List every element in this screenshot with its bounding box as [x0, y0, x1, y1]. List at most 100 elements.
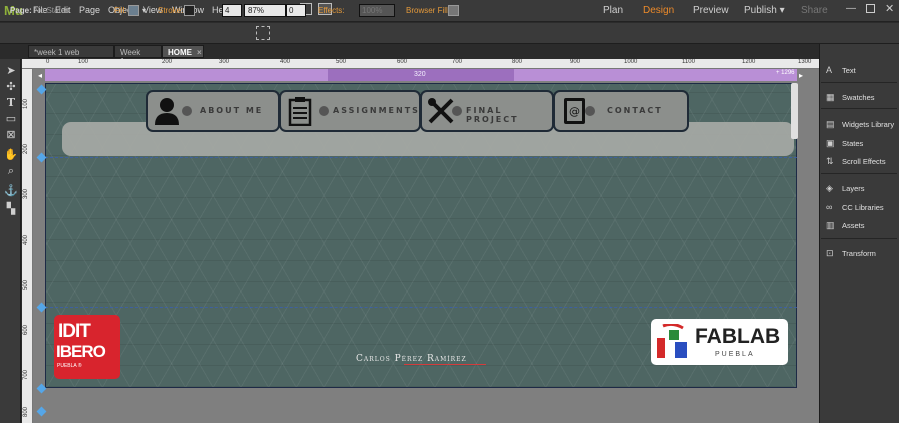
menu-page[interactable]: Page [79, 5, 100, 15]
rectangle-tool-icon[interactable]: ▭ [4, 112, 18, 126]
panel-transform[interactable]: ⊡ Transform [826, 248, 876, 259]
hand-tool-icon[interactable]: ✋ [4, 148, 18, 162]
ruler-number: 600 [23, 324, 29, 335]
nav-dot [585, 106, 595, 116]
idit-ibero-logo: IDIT IBERO PUEBLA ® [54, 315, 120, 379]
zoom-field[interactable]: 87% [244, 4, 286, 17]
panel-label: Layers [842, 184, 865, 193]
ruler-number: 700 [452, 59, 463, 65]
fill-stroke-tool-icon[interactable]: ▚ [4, 202, 18, 216]
breakpoint-label: 320 [414, 71, 426, 78]
scroll-effects-icon: ⇅ [826, 156, 834, 166]
panel-divider [821, 173, 897, 174]
panel-label: Swatches [842, 93, 875, 102]
minimize-icon[interactable]: — [846, 3, 856, 14]
crop-tool-icon[interactable]: ✣ [4, 80, 18, 94]
stroke-label[interactable]: Stroke: [158, 6, 183, 15]
panel-assets[interactable]: ▥ Assets [826, 220, 865, 231]
browser-fill-swatch[interactable] [448, 5, 459, 16]
clipboard-icon [288, 97, 312, 126]
ruler-number: 300 [219, 59, 230, 65]
swatches-icon: ▦ [826, 92, 835, 102]
nav-plan[interactable]: Plan [603, 5, 623, 16]
anchor-tool-icon[interactable]: ⚓ [4, 184, 18, 198]
page-label: Page: [10, 6, 32, 15]
ruler-number: 200 [162, 59, 173, 65]
panel-cc-libraries[interactable]: ∞ CC Libraries [826, 202, 884, 212]
effects-field[interactable]: 100% [359, 4, 395, 17]
ruler-number: 1000 [624, 59, 638, 65]
nav-final-project[interactable]: FINAL PROJECT [420, 90, 554, 132]
stroke-swatch[interactable] [184, 5, 195, 16]
maximize-icon[interactable] [866, 4, 875, 13]
text-icon: A [826, 65, 833, 75]
effects-label[interactable]: Effects: [318, 6, 345, 15]
ruler-number: 100 [23, 98, 29, 109]
panel-scroll-effects[interactable]: ⇅ Scroll Effects [826, 156, 886, 167]
selection-tool-icon[interactable]: ➤ [4, 64, 18, 78]
ruler-number: 300 [23, 188, 29, 199]
rotation-field[interactable]: 0 [286, 4, 306, 17]
nav-assignments[interactable]: ASSIGNMENTS [279, 90, 421, 132]
page-state[interactable]: No States [34, 6, 69, 15]
nav-label: ASSIGNMENTS [333, 106, 420, 115]
tab-week1[interactable]: Week 1× [114, 45, 162, 66]
panel-divider [821, 82, 897, 83]
tab-week1-web-page[interactable]: *week 1 web page× [28, 45, 114, 66]
panel-text[interactable]: A Text [826, 65, 856, 75]
page-footer-area [45, 389, 797, 411]
panel-swatches[interactable]: ▦ Swatches [826, 92, 875, 103]
nav-label: FINAL PROJECT [466, 106, 519, 124]
panel-label: States [842, 139, 864, 148]
ruler-number: 100 [78, 59, 89, 65]
panel-label: CC Libraries [842, 203, 884, 212]
page-scrollbar[interactable] [791, 83, 798, 139]
corner-icon[interactable] [256, 26, 270, 40]
nav-about-me[interactable]: ABOUT ME [146, 90, 280, 132]
ruler-number: 500 [23, 279, 29, 290]
tab-close-icon[interactable]: × [197, 48, 202, 57]
widgets-icon: ▤ [826, 119, 835, 129]
horizontal-ruler: 0 100 200 300 400 500 600 700 800 900 10… [22, 59, 819, 69]
svg-text:@: @ [569, 105, 580, 118]
idit-line1: IDIT [58, 321, 91, 342]
fill-swatch[interactable] [128, 5, 139, 16]
breakpoint-right-arrow-icon[interactable]: ▸ [799, 71, 803, 80]
image-frame-tool-icon[interactable]: ⊠ [4, 128, 18, 142]
nav-share[interactable]: Share [801, 5, 828, 16]
idit-line2: IBERO [56, 342, 106, 361]
nav-dot [319, 106, 329, 116]
fill-label[interactable]: Fill: [114, 6, 126, 15]
author-name[interactable]: Carlos Pérez Ramírez [356, 354, 467, 364]
panel-label: Transform [842, 249, 876, 258]
stroke-width-field[interactable]: 4 [222, 4, 242, 17]
panel-widgets-library[interactable]: ▤ Widgets Library [826, 119, 894, 130]
ruler-number: 1200 [742, 59, 756, 65]
nav-preview[interactable]: Preview [693, 5, 729, 16]
ruler-number: 500 [336, 59, 347, 65]
layers-icon: ◈ [826, 183, 833, 193]
ruler-number: 400 [280, 59, 291, 65]
fablab-mark-icon [657, 324, 687, 358]
header-guide[interactable] [45, 157, 797, 158]
states-icon: ▣ [826, 138, 835, 148]
zoom-tool-icon[interactable]: ⌕ [4, 164, 18, 178]
browser-fill-label[interactable]: Browser Fill: [406, 6, 450, 15]
ruler-number: 400 [23, 234, 29, 245]
text-tool-icon[interactable]: T [4, 96, 18, 110]
fablab-puebla-logo: FABLAB PUEBLA [651, 319, 788, 365]
panel-states[interactable]: ▣ States [826, 138, 863, 149]
panel-layers[interactable]: ◈ Layers [826, 183, 865, 194]
breakpoint-left-arrow-icon[interactable]: ◂ [38, 71, 42, 80]
ruler-number: 800 [512, 59, 523, 65]
nav-contact[interactable]: @ CONTACT [553, 90, 689, 132]
nav-dot [182, 106, 192, 116]
breakpoint-width[interactable]: + 1296 [776, 70, 795, 76]
fill-dropdown-icon[interactable]: ▾ [142, 6, 146, 15]
tab-home[interactable]: HOME × [162, 45, 204, 58]
nav-publish[interactable]: Publish ▾ [744, 5, 785, 16]
nav-design[interactable]: Design [643, 5, 674, 16]
transform-icon: ⊡ [826, 248, 834, 258]
close-icon[interactable]: ✕ [885, 2, 894, 15]
footer-guide[interactable] [45, 307, 797, 308]
